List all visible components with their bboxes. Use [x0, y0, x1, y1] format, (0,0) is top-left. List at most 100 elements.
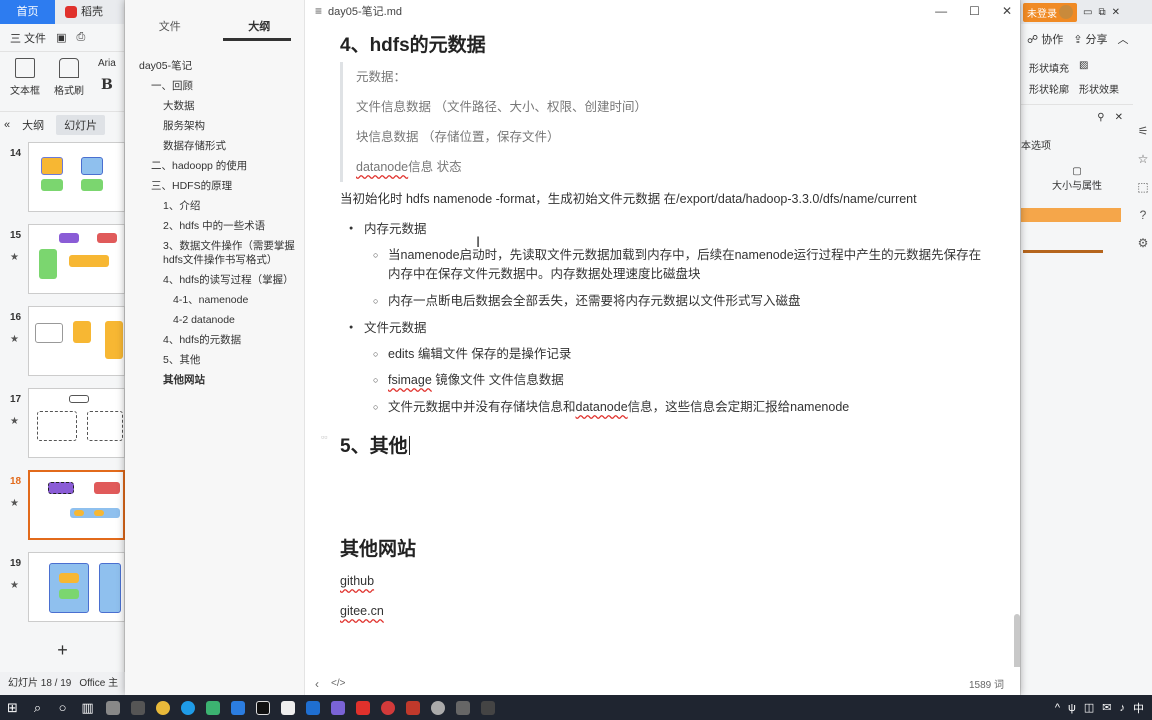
minimize-icon[interactable]: —	[935, 4, 947, 18]
slide-thumbnail[interactable]	[28, 306, 125, 376]
app-icon[interactable]	[375, 695, 400, 720]
outline-item[interactable]: 4-1、namenode	[125, 290, 305, 310]
outline-item[interactable]: 三、HDFS的原理	[125, 176, 305, 196]
format-painter-button[interactable]: 格式刷	[54, 58, 84, 111]
slide-row[interactable]: 19 ★	[0, 550, 125, 632]
tab-files[interactable]: 文件	[125, 18, 215, 40]
tray-message-icon[interactable]: ✉	[1102, 701, 1111, 714]
app-icon[interactable]	[475, 695, 500, 720]
gitee-text[interactable]: gitee.cn	[340, 604, 384, 618]
paragraph-init[interactable]: 当初始化时 hdfs namenode -format，生成初始文件元数据 在/…	[340, 190, 990, 208]
word-count[interactable]: 1589 词	[969, 676, 1004, 691]
vscode-icon[interactable]	[225, 695, 250, 720]
shape-effect-button[interactable]: 形状效果	[1079, 81, 1119, 96]
list-item[interactable]: 当namenode启动时，先读取文件元数据加载到内存中，后续在namenode运…	[373, 246, 988, 284]
slide-thumbnail[interactable]	[28, 142, 125, 212]
app-icon[interactable]	[450, 695, 475, 720]
login-button[interactable]: 未登录	[1023, 2, 1077, 22]
slides-view-tab[interactable]: 幻灯片	[56, 115, 106, 135]
wps-file-menu[interactable]: 三 文件	[10, 30, 46, 46]
outline-item[interactable]: 服务架构	[125, 116, 305, 136]
slide-thumbnail-selected[interactable]	[28, 470, 125, 540]
cortana-icon[interactable]: ○	[50, 695, 75, 720]
collab-button[interactable]: ☍ 协作	[1027, 31, 1063, 47]
close-icon[interactable]: ✕	[1002, 4, 1012, 18]
tab-outline[interactable]: 大纲	[215, 18, 305, 40]
outline-view-tab[interactable]: 大纲	[14, 115, 52, 135]
slide-thumbnail[interactable]	[28, 388, 125, 458]
chrome-icon[interactable]	[150, 695, 175, 720]
input-language[interactable]: 中	[1133, 700, 1144, 716]
outline-item[interactable]: 2、hdfs 中的一些术语	[125, 216, 305, 236]
source-code-toggle-icon[interactable]: </>	[331, 678, 345, 689]
restore-icon[interactable]: ⧉	[1098, 7, 1105, 18]
typora-icon[interactable]	[275, 695, 300, 720]
heading-other[interactable]: 5、其他	[340, 431, 410, 458]
list-item[interactable]: 内存元数据	[349, 220, 426, 238]
slide-row[interactable]: 14	[0, 140, 125, 222]
app-icon[interactable]	[425, 695, 450, 720]
app-icon[interactable]	[300, 695, 325, 720]
list-item[interactable]: 文件元数据中并没有存储块信息和datanode信息，这些信息会定期汇报给name…	[373, 398, 988, 417]
app-icon[interactable]	[325, 695, 350, 720]
hamburger-menu-icon[interactable]: ≡	[315, 4, 322, 18]
tray-volume-icon[interactable]: ♪	[1120, 702, 1126, 714]
markdown-editor[interactable]: 4、hdfs的元数据 元数据： 文件信息数据 （文件路径、大小、权限、创建时间）…	[305, 22, 1020, 667]
outline-item[interactable]: 大数据	[125, 96, 305, 116]
font-group[interactable]: Aria B	[98, 58, 116, 111]
slide-row[interactable]: 15 ★	[0, 222, 125, 304]
outline-item[interactable]: 其他网站	[125, 370, 305, 390]
github-text[interactable]: github	[340, 574, 374, 588]
tray-overflow-icon[interactable]: ^	[1055, 702, 1060, 714]
list-item[interactable]: fsimage 镜像文件 文件信息数据	[373, 371, 988, 390]
slide-row-active[interactable]: 18 ★	[0, 468, 125, 550]
outline-item[interactable]: 3、数据文件操作（需要掌握hdfs文件操作书写格式）	[125, 236, 305, 270]
tools-icon[interactable]: ⚙	[1138, 236, 1149, 250]
star-icon[interactable]: ☆	[1138, 152, 1149, 166]
pycharm-icon[interactable]	[250, 695, 275, 720]
textbox-button[interactable]: 文本框	[10, 58, 40, 111]
print-icon[interactable]: ⎙	[76, 31, 85, 44]
shape-fill-button[interactable]: 形状填充	[1029, 60, 1069, 75]
outline-item[interactable]: day05-笔记	[125, 56, 305, 76]
tray-app-icon[interactable]: ψ	[1068, 702, 1076, 714]
block-drag-handle-icon[interactable]: ▫▫	[321, 432, 327, 442]
outline-item[interactable]: 4、hdfs的读写过程（掌握）	[125, 270, 305, 290]
edge-icon[interactable]	[175, 695, 200, 720]
heading-other-sites[interactable]: 其他网站	[340, 534, 416, 561]
wps-docer-tab[interactable]: 稻壳	[55, 0, 109, 24]
outline-item[interactable]: 数据存储形式	[125, 136, 305, 156]
add-slide-button[interactable]: +	[0, 640, 125, 661]
pane-close-icon[interactable]: ✕	[1115, 105, 1123, 131]
outline-item[interactable]: 4、hdfs的元数据	[125, 330, 305, 350]
outline-item[interactable]: 4-2 datanode	[125, 310, 305, 330]
shape-outline-button[interactable]: 形状轮廓	[1029, 81, 1069, 96]
app-icon[interactable]	[200, 695, 225, 720]
outline-item[interactable]: 5、其他	[125, 350, 305, 370]
app-icon[interactable]	[125, 695, 150, 720]
search-icon[interactable]: ⌕	[25, 695, 50, 720]
blockquote[interactable]: 元数据： 文件信息数据 （文件路径、大小、权限、创建时间） 块信息数据 （存储位…	[340, 62, 980, 182]
app-icon[interactable]	[400, 695, 425, 720]
list-item[interactable]: edits 编辑文件 保存的是操作记录	[373, 345, 988, 364]
task-view-icon[interactable]: ▥	[75, 695, 100, 720]
slide-row[interactable]: 16 ★	[0, 304, 125, 386]
font-name[interactable]: Aria	[98, 58, 116, 69]
bold-button[interactable]: B	[101, 77, 113, 93]
heading-hdfs-metadata[interactable]: 4、hdfs的元数据	[340, 30, 486, 57]
share-button[interactable]: ⇪ 分享	[1073, 31, 1107, 47]
size-attributes-tab[interactable]: ▢ 大小与属性	[1021, 166, 1133, 192]
outline-color-swatch[interactable]	[1023, 250, 1103, 253]
back-chevron-icon[interactable]: ‹	[315, 677, 319, 691]
list-item[interactable]: 内存一点断电后数据会全部丢失，还需要将内存元数据以文件形式写入磁盘	[373, 292, 988, 311]
wps-home-tab[interactable]: 首页	[0, 0, 55, 24]
collapse-icon[interactable]: «	[4, 119, 10, 131]
tray-network-icon[interactable]: ◫	[1084, 701, 1094, 714]
outline-item[interactable]: 一、回顾	[125, 76, 305, 96]
app-icon[interactable]	[100, 695, 125, 720]
settings-sliders-icon[interactable]: ⚟	[1138, 124, 1149, 138]
pin-icon[interactable]: ⚲	[1097, 105, 1104, 131]
select-icon[interactable]: ⬚	[1137, 180, 1148, 194]
shape-effect-icon[interactable]: ▨	[1079, 60, 1088, 75]
wps-icon[interactable]	[350, 695, 375, 720]
